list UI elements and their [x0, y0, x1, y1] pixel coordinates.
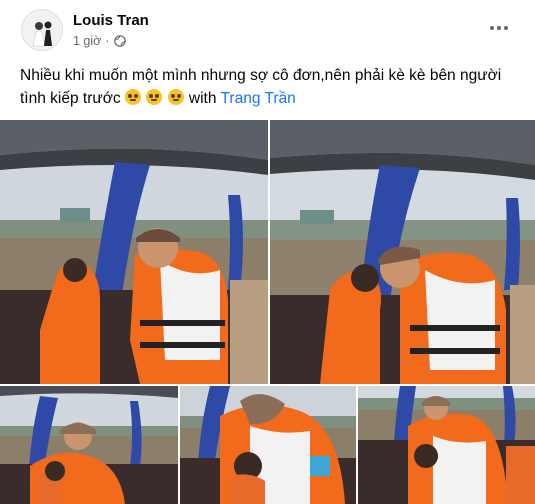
tagged-user-link[interactable]: Trang Trần: [221, 90, 296, 107]
flushed-face-emoji-icon: [146, 89, 163, 105]
more-horizontal-icon: [490, 26, 494, 30]
post-meta: 1 giờ ·: [73, 34, 126, 48]
flushed-face-emoji-icon: [167, 89, 184, 105]
more-options-button[interactable]: [481, 14, 517, 42]
post-header: Louis Tran 1 giờ ·: [0, 0, 535, 60]
post-photo-5[interactable]: [358, 386, 535, 504]
post-time[interactable]: 1 giờ: [73, 34, 101, 48]
post-caption: Nhiều khi muốn một mình nhưng sợ cô đơn,…: [20, 64, 520, 110]
meta-separator: ·: [105, 34, 110, 48]
flushed-face-emoji-icon: [124, 89, 141, 105]
with-text: with: [188, 90, 217, 107]
post-photo-4[interactable]: [180, 386, 356, 504]
author-name[interactable]: Louis Tran: [73, 12, 149, 29]
globe-icon[interactable]: [113, 35, 126, 47]
post-photo-3[interactable]: [0, 386, 178, 504]
author-avatar[interactable]: [21, 9, 63, 51]
post-photo-2[interactable]: [270, 120, 535, 384]
post-photo-1[interactable]: [0, 120, 268, 384]
